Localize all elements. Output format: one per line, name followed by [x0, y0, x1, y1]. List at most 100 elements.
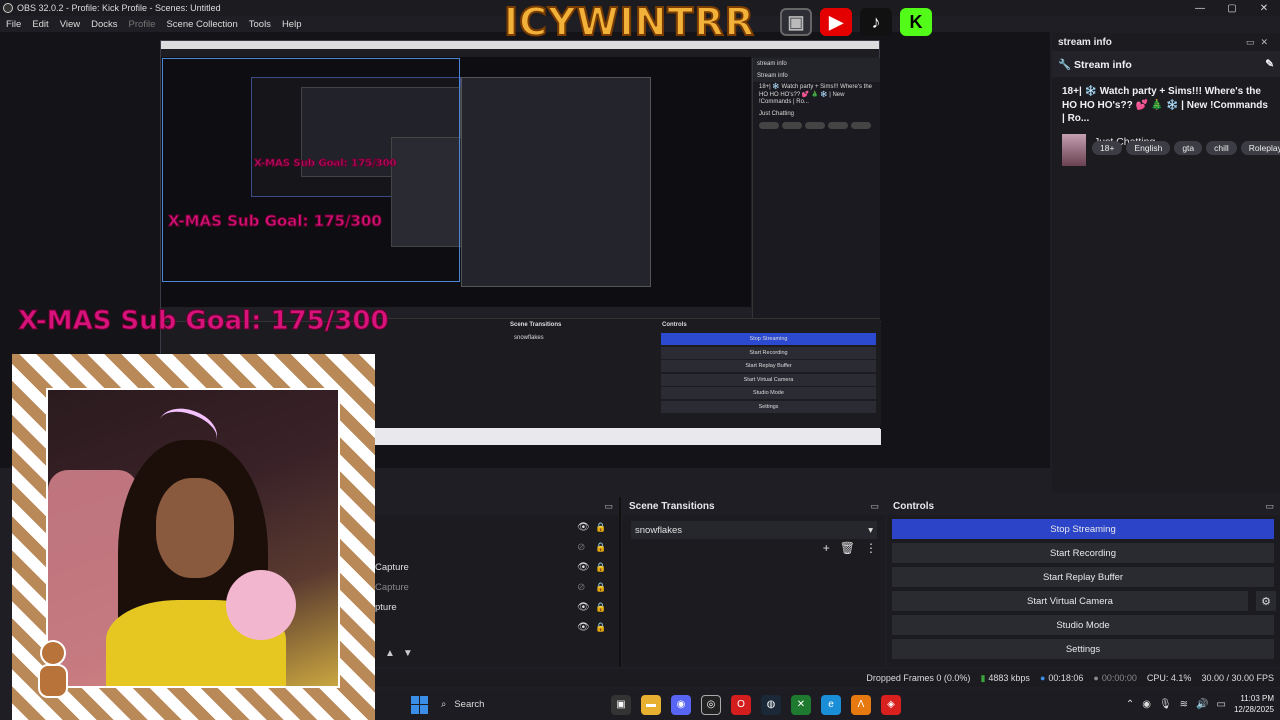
menu-edit[interactable]: Edit	[32, 19, 48, 30]
file-explorer-icon[interactable]: ▬	[641, 694, 661, 715]
start-virtual-camera-button[interactable]: Start Virtual Camera	[892, 591, 1248, 611]
nested-controls-header: Controls	[662, 322, 687, 328]
lock-icon[interactable]: 🔒	[595, 562, 606, 573]
eye-icon[interactable]: 👁	[577, 562, 590, 573]
discord-icon[interactable]: ◉	[671, 694, 691, 715]
microphone-icon[interactable]: 🎙	[1159, 699, 1172, 710]
edit-icon[interactable]: ✎	[1265, 58, 1274, 70]
system-tray: ⌃ ◉ 🎙 ≋ 🔊 ▭ 11:03 PM 12/28/2025	[1126, 689, 1274, 720]
sub-goal-label-nested: X-MAS Sub Goal: 175/300	[168, 212, 383, 231]
nested-preview	[161, 57, 751, 307]
obs-app-icon	[3, 3, 13, 13]
lock-icon[interactable]: 🔒	[595, 582, 606, 593]
windows-taskbar: ⌕ Search ▣ ▬ ◉ ◎ O ◍ ✕ e Λ ◈ ⌃ ◉ 🎙 ≋ 🔊 ▭…	[375, 689, 1280, 720]
source-row[interactable]: Capture ⊘ 🔒	[375, 577, 619, 597]
social-icons: ▣ ▶ ♪ K	[780, 8, 932, 36]
source-row[interactable]: pture 👁 🔒	[375, 597, 619, 617]
twitch-icon: ▣	[780, 8, 812, 36]
nested-start-recording: Start Recording	[661, 346, 876, 359]
lock-icon[interactable]: 🔒	[595, 602, 606, 613]
window-controls: — ▢ ✕	[1184, 0, 1280, 16]
chevron-up-icon[interactable]: ⌃	[1126, 699, 1134, 710]
obs-icon[interactable]: ◎	[701, 694, 721, 715]
transition-select[interactable]: snowflakes ▾	[631, 521, 877, 539]
status-bar: Dropped Frames 0 (0.0%) ▮ 4883 kbps ● 00…	[375, 669, 1280, 687]
tag: chill	[1206, 141, 1237, 155]
chevron-down-icon: ▾	[868, 524, 873, 536]
record-time: 00:00:00	[1101, 673, 1137, 683]
move-up-button[interactable]: ▲	[385, 648, 395, 659]
fps: 30.00 / 30.00 FPS	[1201, 673, 1274, 683]
gingerbread-icon	[32, 640, 74, 700]
dock-undock-icon[interactable]: ▭	[604, 501, 613, 512]
source-row[interactable]: 👁 🔒	[375, 517, 619, 537]
studio-mode-button[interactable]: Studio Mode	[892, 615, 1274, 635]
menu-file[interactable]: File	[6, 19, 21, 30]
close-button[interactable]: ✕	[1248, 0, 1280, 16]
settings-button[interactable]: Settings	[892, 639, 1274, 659]
gear-icon[interactable]: ⚙	[1256, 591, 1276, 611]
eye-icon[interactable]: 👁	[577, 522, 590, 533]
menu-profile[interactable]: Profile	[129, 19, 156, 30]
nested-stream-info-header: stream info	[753, 58, 880, 70]
task-view-icon[interactable]: ▣	[611, 694, 631, 715]
taskbar-search[interactable]: ⌕ Search	[441, 699, 561, 710]
streamlabs-icon[interactable]: ◈	[881, 694, 901, 715]
transition-buttons: + 🗑 ⋮	[823, 541, 877, 555]
taskbar-clock[interactable]: 11:03 PM 12/28/2025	[1234, 694, 1274, 715]
nested-controls: Stop Streaming Start Recording Start Rep…	[661, 333, 876, 414]
tag: Roleplay	[1240, 141, 1280, 155]
start-replay-buffer-button[interactable]: Start Replay Buffer	[892, 567, 1274, 587]
add-transition-button[interactable]: +	[823, 541, 830, 555]
menu-help[interactable]: Help	[282, 19, 302, 30]
eye-hidden-icon[interactable]: ⊘	[577, 542, 585, 553]
eye-hidden-icon[interactable]: ⊘	[577, 582, 585, 593]
bitrate: 4883 kbps	[988, 673, 1030, 683]
source-row[interactable]: Capture 👁 🔒	[375, 557, 619, 577]
tray-app-icon[interactable]: ◉	[1142, 699, 1151, 710]
eye-icon[interactable]: 👁	[577, 602, 590, 613]
dock-undock-icon[interactable]: ▭	[1265, 501, 1274, 512]
nested-scene-transitions-header: Scene Transitions	[510, 322, 562, 328]
menu-docks[interactable]: Docks	[91, 19, 117, 30]
app-icon[interactable]: Λ	[851, 694, 871, 715]
opera-icon[interactable]: O	[731, 694, 751, 715]
minimize-button[interactable]: —	[1184, 0, 1216, 16]
menu-view[interactable]: View	[60, 19, 80, 30]
nested-category: Just Chatting	[759, 110, 795, 117]
lock-icon[interactable]: 🔒	[595, 542, 606, 553]
windows-start-icon[interactable]	[411, 695, 429, 714]
wifi-icon[interactable]: ≋	[1180, 699, 1188, 710]
stream-title: 18+| ❄️ Watch party + Sims!!! Where's th…	[1062, 86, 1268, 124]
sub-goal-label-nested-2: X-MAS Sub Goal: 175/300	[254, 158, 398, 170]
steam-icon[interactable]: ◍	[761, 694, 781, 715]
nested-start-replay: Start Replay Buffer	[661, 360, 876, 372]
move-down-button[interactable]: ▼	[403, 648, 413, 659]
dock-undock-icon[interactable]: ▭	[870, 501, 879, 512]
stream-indicator-icon: ●	[1039, 673, 1046, 683]
stop-streaming-button[interactable]: Stop Streaming	[892, 519, 1274, 539]
xbox-icon[interactable]: ✕	[791, 694, 811, 715]
nested-windows-taskbar	[375, 428, 880, 445]
maximize-button[interactable]: ▢	[1216, 0, 1248, 16]
start-recording-button[interactable]: Start Recording	[892, 543, 1274, 563]
menu-scene-collection[interactable]: Scene Collection	[166, 19, 237, 30]
menu-tools[interactable]: Tools	[249, 19, 271, 30]
source-row[interactable]: ⊘ 🔒	[375, 537, 619, 557]
nested-stream-title: 18+| ❄️ Watch party + Sims!!! Where's th…	[759, 84, 872, 105]
edge-icon[interactable]: e	[821, 694, 841, 715]
nested-window	[461, 77, 651, 287]
nested-stop-streaming: Stop Streaming	[661, 333, 876, 345]
stream-info-dock: stream info ▭✕ 🔧 Stream info ✎ 18+| ❄️ W…	[1052, 33, 1280, 493]
source-row[interactable]: 👁 🔒	[375, 617, 619, 637]
scene-transitions-dock: Scene Transitions ▭ snowflakes ▾ + 🗑 ⋮	[623, 497, 885, 667]
stream-time: 00:18:06	[1048, 673, 1084, 683]
lock-icon[interactable]: 🔒	[595, 522, 606, 533]
transition-properties-button[interactable]: ⋮	[865, 541, 877, 555]
remove-transition-button[interactable]: 🗑	[840, 541, 855, 555]
eye-icon[interactable]: 👁	[577, 622, 590, 633]
battery-icon[interactable]: ▭	[1217, 699, 1226, 710]
dock-controls[interactable]: ▭✕	[1246, 37, 1274, 48]
volume-icon[interactable]: 🔊	[1196, 699, 1208, 710]
lock-icon[interactable]: 🔒	[595, 622, 606, 633]
